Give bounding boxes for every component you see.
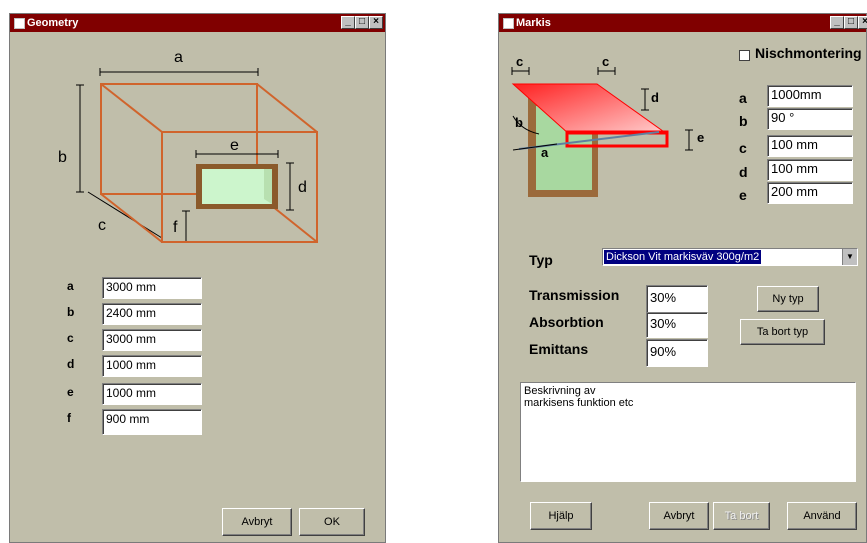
absorbtion-label: Absorbtion [529, 314, 604, 330]
dim-c-label: c [516, 54, 523, 69]
param-c-input[interactable]: 100 mm [767, 135, 853, 157]
field-b-label: b [67, 305, 75, 319]
field-a-label: a [67, 279, 74, 293]
description-textarea[interactable]: Beskrivning av markisens funktion etc [520, 382, 856, 482]
dim-c2-label: c [602, 54, 609, 69]
field-c-label: c [67, 331, 74, 345]
window-controls: _ □ × [341, 16, 383, 30]
geometry-titlebar[interactable]: Geometry _ □ × [10, 14, 385, 32]
param-d-label: d [739, 164, 748, 180]
window-icon [14, 18, 25, 29]
room-box [100, 83, 318, 243]
transmission-label: Transmission [529, 287, 620, 303]
cancel-button[interactable]: Avbryt [649, 502, 709, 530]
dim-e-label: e [230, 137, 239, 154]
close-icon[interactable]: × [369, 16, 383, 29]
markis-titlebar[interactable]: Markis _ □ × [499, 14, 867, 32]
maximize-icon[interactable]: □ [355, 16, 369, 29]
dim-a-label: a [541, 145, 549, 160]
geometry-diagram: a b c e d f [58, 49, 318, 243]
close-icon[interactable]: × [858, 16, 867, 29]
param-b-input[interactable]: 90 ° [767, 108, 853, 130]
geometry-dialog: Geometry _ □ × a b c e d f a 3000 mm b 2… [9, 13, 386, 543]
param-e-label: e [739, 187, 747, 203]
delete-button[interactable]: Ta bort [713, 502, 770, 530]
dim-c-label: c [98, 217, 106, 234]
field-f-label: f [67, 411, 71, 425]
maximize-icon[interactable]: □ [844, 16, 858, 29]
cancel-button[interactable]: Avbryt [222, 508, 292, 536]
dim-f-label: f [173, 219, 178, 236]
field-f-input[interactable]: 900 mm [102, 409, 202, 435]
field-d-label: d [67, 357, 75, 371]
dim-a-label: a [174, 49, 183, 66]
absorbtion-input[interactable]: 30% [646, 312, 708, 338]
emittans-input[interactable]: 90% [646, 339, 708, 367]
param-e-input[interactable]: 200 mm [767, 182, 853, 204]
field-a-input[interactable]: 3000 mm [102, 277, 202, 299]
dim-e-label: e [697, 130, 704, 145]
type-select-value: Dickson Vit markisväv 300g/m2 [604, 250, 762, 264]
window-icon [503, 18, 514, 29]
type-select[interactable]: Dickson Vit markisväv 300g/m2 ▼ [602, 248, 858, 266]
dim-d-label: d [298, 179, 307, 196]
field-c-input[interactable]: 3000 mm [102, 329, 202, 351]
field-b-input[interactable]: 2400 mm [102, 303, 202, 325]
ok-button[interactable]: OK [299, 508, 365, 536]
param-d-input[interactable]: 100 mm [767, 159, 853, 181]
field-d-input[interactable]: 1000 mm [102, 355, 202, 377]
chevron-down-icon[interactable]: ▼ [842, 249, 857, 265]
dim-b-label: b [58, 149, 67, 166]
param-c-label: c [739, 140, 747, 156]
window-controls: _ □ × [830, 16, 867, 30]
minimize-icon[interactable]: _ [830, 16, 844, 29]
awning-diagram: c c d e b a [511, 54, 704, 197]
dim-b-label: b [515, 115, 523, 130]
dim-d-label: d [651, 90, 659, 105]
new-type-button[interactable]: Ny typ [757, 286, 819, 312]
apply-button[interactable]: Använd [787, 502, 857, 530]
param-a-label: a [739, 90, 747, 106]
param-a-input[interactable]: 1000mm [767, 85, 853, 107]
niche-checkbox[interactable] [739, 50, 750, 61]
niche-label: Nischmontering [755, 45, 862, 61]
param-b-label: b [739, 113, 748, 129]
transmission-input[interactable]: 30% [646, 285, 708, 313]
help-button[interactable]: Hjälp [530, 502, 592, 530]
wall-window-glass [202, 169, 272, 204]
markis-dialog: Markis _ □ × Nischmontering c c d e b a … [498, 13, 867, 543]
field-e-input[interactable]: 1000 mm [102, 383, 202, 405]
emittans-label: Emittans [529, 341, 589, 357]
delete-type-button[interactable]: Ta bort typ [740, 319, 825, 345]
type-label: Typ [529, 252, 553, 268]
minimize-icon[interactable]: _ [341, 16, 355, 29]
geometry-title: Geometry [27, 17, 79, 29]
markis-title: Markis [516, 17, 551, 29]
field-e-label: e [67, 385, 74, 399]
